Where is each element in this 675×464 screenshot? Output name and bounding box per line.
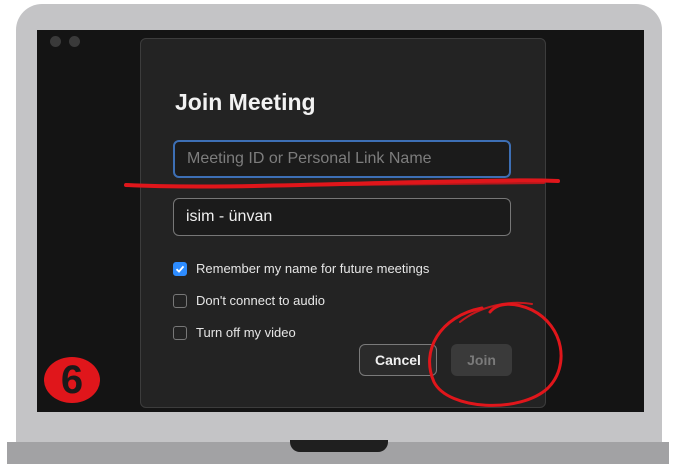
checkmark-icon — [175, 265, 185, 273]
remember-name-option[interactable]: Remember my name for future meetings — [173, 261, 429, 276]
no-audio-checkbox[interactable] — [173, 293, 187, 308]
no-audio-option[interactable]: Don't connect to audio — [173, 293, 325, 308]
step-number: 6 — [61, 358, 83, 402]
step-number-badge: 6 — [44, 357, 100, 403]
red-underline-annotation — [124, 178, 560, 189]
video-off-label: Turn off my video — [196, 325, 296, 340]
laptop-hinge-notch — [290, 440, 388, 452]
video-off-checkbox[interactable] — [173, 325, 187, 340]
video-off-option[interactable]: Turn off my video — [173, 325, 296, 340]
meeting-id-input[interactable] — [173, 140, 511, 178]
display-name-input[interactable] — [173, 198, 511, 236]
no-audio-label: Don't connect to audio — [196, 293, 325, 308]
close-window-dot[interactable] — [50, 36, 61, 47]
minimize-window-dot[interactable] — [69, 36, 80, 47]
remember-name-label: Remember my name for future meetings — [196, 261, 430, 276]
red-circle-annotation — [428, 301, 563, 407]
remember-name-checkbox[interactable] — [173, 261, 187, 276]
dialog-title: Join Meeting — [175, 89, 316, 115]
